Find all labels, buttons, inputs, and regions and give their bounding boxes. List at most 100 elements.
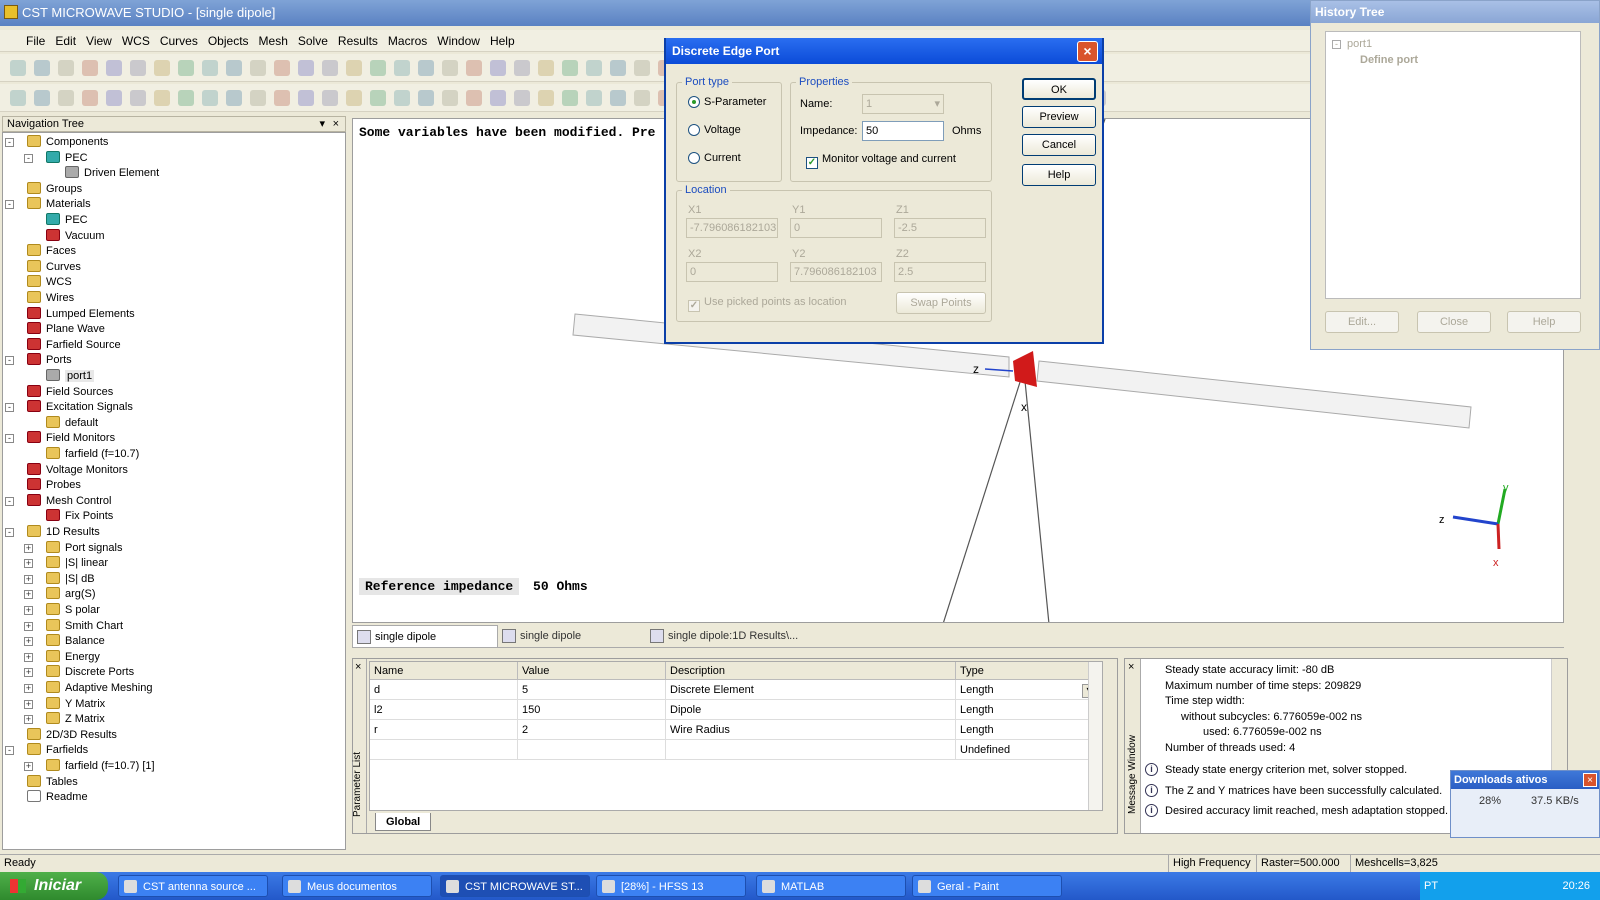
toolbar-button-icon[interactable] xyxy=(538,90,554,106)
x1-input[interactable]: -7.796086182103 xyxy=(686,218,778,238)
toolbar-button-icon[interactable] xyxy=(202,90,218,106)
parameter-scrollbar[interactable] xyxy=(1088,662,1102,810)
toolbar-button-icon[interactable] xyxy=(490,60,506,76)
toolbar-button-icon[interactable] xyxy=(34,60,50,76)
help-button[interactable]: Help xyxy=(1022,164,1096,186)
taskbar-item[interactable]: Meus documentos xyxy=(282,875,432,897)
toolbar-button-icon[interactable] xyxy=(538,60,554,76)
menu-mesh[interactable]: Mesh xyxy=(254,30,293,52)
menu-wcs[interactable]: WCS xyxy=(117,30,155,52)
nav-item-ports[interactable]: - Ports xyxy=(5,353,72,368)
toolbar-button-icon[interactable] xyxy=(10,90,26,106)
y1-input[interactable]: 0 xyxy=(790,218,882,238)
toolbar-button-icon[interactable] xyxy=(178,90,194,106)
table-cell[interactable]: d xyxy=(370,680,518,700)
language-indicator[interactable]: PT xyxy=(1424,872,1438,900)
nav-item-wcs[interactable]: WCS xyxy=(27,275,72,290)
toolbar-button-icon[interactable] xyxy=(514,60,530,76)
toolbar-button-icon[interactable] xyxy=(106,60,122,76)
toolbar-button-icon[interactable] xyxy=(394,60,410,76)
table-cell[interactable]: Wire Radius xyxy=(666,720,956,740)
nav-item-s-db[interactable]: + |S| dB xyxy=(24,571,95,587)
close-icon[interactable]: × xyxy=(355,661,361,673)
collapse-icon[interactable]: - xyxy=(5,496,14,506)
history-close-button[interactable]: Close xyxy=(1417,311,1491,333)
toolbar-button-icon[interactable] xyxy=(418,90,434,106)
toolbar-button-icon[interactable] xyxy=(154,90,170,106)
close-icon[interactable]: × xyxy=(1128,661,1134,673)
toolbar-button-icon[interactable] xyxy=(586,90,602,106)
menu-window[interactable]: Window xyxy=(432,30,485,52)
toolbar-button-icon[interactable] xyxy=(130,90,146,106)
tab-global[interactable]: Global xyxy=(375,813,432,831)
expand-icon[interactable]: + xyxy=(24,637,33,647)
taskbar-item[interactable]: Geral - Paint xyxy=(912,875,1062,897)
chevron-down-icon[interactable]: ▾ xyxy=(319,117,325,131)
tab-single-dipole-3d[interactable]: single dipole xyxy=(352,625,498,647)
tab-1d-results[interactable]: single dipole:1D Results\... xyxy=(646,625,806,647)
menu-results[interactable]: Results xyxy=(333,30,383,52)
toolbar-button-icon[interactable] xyxy=(634,60,650,76)
nav-item-farfields[interactable]: - Farfields xyxy=(5,743,88,758)
nav-item-components[interactable]: - Components xyxy=(5,135,108,150)
expand-icon[interactable]: + xyxy=(24,543,33,553)
nav-item-vacuum[interactable]: Vacuum xyxy=(46,228,105,244)
cancel-button[interactable]: Cancel xyxy=(1022,134,1096,156)
close-icon[interactable]: × xyxy=(1077,41,1098,62)
collapse-icon[interactable]: - xyxy=(5,200,14,210)
nav-item-fix-points[interactable]: Fix Points xyxy=(46,509,113,524)
nav-item-probes[interactable]: Probes xyxy=(27,478,81,493)
expand-icon[interactable]: + xyxy=(24,590,33,600)
nav-item-voltage-monitors[interactable]: Voltage Monitors xyxy=(27,462,128,478)
column-header-value[interactable]: Value xyxy=(518,662,666,680)
radio-s-parameter[interactable]: S-Parameter xyxy=(688,96,766,108)
expand-icon[interactable]: + xyxy=(24,668,33,678)
nav-item-s-linear[interactable]: + |S| linear xyxy=(24,556,108,571)
toolbar-button-icon[interactable] xyxy=(322,60,338,76)
nav-item-discrete-ports[interactable]: + Discrete Ports xyxy=(24,665,134,680)
menu-file[interactable]: File xyxy=(0,30,50,52)
expand-icon[interactable]: + xyxy=(24,762,33,771)
ok-button[interactable]: OK xyxy=(1022,78,1096,100)
collapse-icon[interactable]: - xyxy=(5,403,14,413)
preview-button[interactable]: Preview xyxy=(1022,106,1096,128)
impedance-input[interactable]: 50 xyxy=(862,121,944,141)
z2-input[interactable]: 2.5 xyxy=(894,262,986,282)
toolbar-button-icon[interactable] xyxy=(562,90,578,106)
table-cell[interactable]: Length xyxy=(956,680,1096,700)
toolbar-button-icon[interactable] xyxy=(250,60,266,76)
toolbar-button-icon[interactable] xyxy=(298,60,314,76)
nav-item-z-matrix[interactable]: + Z Matrix xyxy=(24,712,105,727)
nav-item-2d-3d-results[interactable]: 2D/3D Results xyxy=(27,727,117,743)
collapse-icon[interactable]: - xyxy=(5,528,14,537)
toolbar-button-icon[interactable] xyxy=(562,60,578,76)
toolbar-button-icon[interactable] xyxy=(82,60,98,76)
history-edit-button[interactable]: Edit... xyxy=(1325,311,1399,333)
nav-item-smith-chart[interactable]: + Smith Chart xyxy=(24,618,123,634)
toolbar-button-icon[interactable] xyxy=(634,90,650,106)
column-header-name[interactable]: Name xyxy=(370,662,518,680)
toolbar-button-icon[interactable] xyxy=(610,90,626,106)
swap-points-button[interactable]: Swap Points xyxy=(896,292,986,314)
table-cell[interactable]: 5 xyxy=(518,680,666,700)
menu-macros[interactable]: Macros xyxy=(383,30,432,52)
menu-solve[interactable]: Solve xyxy=(293,30,333,52)
nav-item-arg-s[interactable]: + arg(S) xyxy=(24,587,96,602)
z1-input[interactable]: -2.5 xyxy=(894,218,986,238)
expand-icon[interactable]: + xyxy=(24,574,33,584)
toolbar-button-icon[interactable] xyxy=(274,60,290,76)
x2-input[interactable]: 0 xyxy=(686,262,778,282)
toolbar-button-icon[interactable] xyxy=(226,90,242,106)
taskbar-item[interactable]: [28%] - HFSS 13 xyxy=(596,875,746,897)
toolbar-button-icon[interactable] xyxy=(250,90,266,106)
toolbar-button-icon[interactable] xyxy=(298,90,314,106)
table-cell[interactable]: r xyxy=(370,720,518,740)
toolbar-button-icon[interactable] xyxy=(442,60,458,76)
toolbar-button-icon[interactable] xyxy=(514,90,530,106)
toolbar-button-icon[interactable] xyxy=(418,60,434,76)
expand-icon[interactable]: + xyxy=(24,652,33,662)
toolbar-button-icon[interactable] xyxy=(610,60,626,76)
toolbar-button-icon[interactable] xyxy=(490,90,506,106)
window-title-bar[interactable]: CST MICROWAVE STUDIO - [single dipole] xyxy=(0,0,1310,26)
nav-item-driven-element[interactable]: Driven Element xyxy=(65,166,159,181)
